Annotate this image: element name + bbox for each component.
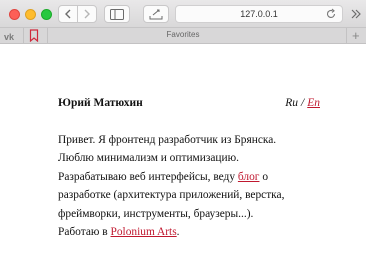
bio-line: Люблю минимализм и оптимизацию. [58,152,239,165]
author-name: Юрий Матюхин [58,97,143,109]
back-button[interactable] [58,5,78,23]
add-tab-button[interactable]: + [352,28,360,43]
url-text: 127.0.0.1 [240,9,278,19]
lang-ru-current: Ru [285,97,299,109]
bio-line: Разрабатываю веб интерфейсы, веду блог о [58,168,320,186]
chevron-right-icon [84,9,90,19]
bio-paragraph: Привет. Я фронтенд разработчик из Брянск… [58,131,320,241]
browser-window: 127.0.0.1 vk Favorites + Юрий Матюхин Ru… [0,0,366,273]
forward-button[interactable] [77,5,97,23]
favorites-divider [346,28,347,44]
lang-en-link[interactable]: En [307,97,320,109]
page-content: Юрий Матюхин Ru / En Привет. Я фронтенд ра… [58,97,320,241]
favorites-title: Favorites [166,30,200,39]
chevron-left-icon [65,9,71,19]
close-window-button[interactable] [9,9,20,20]
bio-line: фреймворки, инструменты, браузеры...). [58,207,254,220]
bio-line: разработке (архитектура приложений, верс… [58,189,285,202]
bio-text: о [259,170,269,183]
bio-line: Привет. Я фронтенд разработчик из Брянск… [58,134,277,146]
minimize-window-button[interactable] [25,9,36,20]
share-button[interactable] [143,5,169,23]
bio-text: Разрабатываю веб интерфейсы, веду [58,170,238,183]
bio-line: Работаю в Polonium Arts. [58,223,320,241]
favorites-bar: vk Favorites + [0,28,366,44]
reload-icon[interactable] [325,8,337,20]
share-icon [149,9,163,20]
bio-text: Работаю в [58,226,111,239]
lang-separator: / [301,97,305,109]
language-switcher: Ru / En [285,97,320,109]
address-bar[interactable]: 127.0.0.1 [175,5,343,23]
blog-link[interactable]: блог [238,171,260,183]
chevron-double-right-icon[interactable] [350,8,362,20]
browser-toolbar: 127.0.0.1 [0,0,366,28]
zoom-window-button[interactable] [41,9,52,20]
bio-text: . [176,226,180,239]
sidebar-toggle-button[interactable] [104,5,130,23]
sidebar-icon [110,8,124,20]
profile-header: Юрий Матюхин Ru / En [58,97,320,117]
company-link[interactable]: Polonium Arts [111,226,177,238]
